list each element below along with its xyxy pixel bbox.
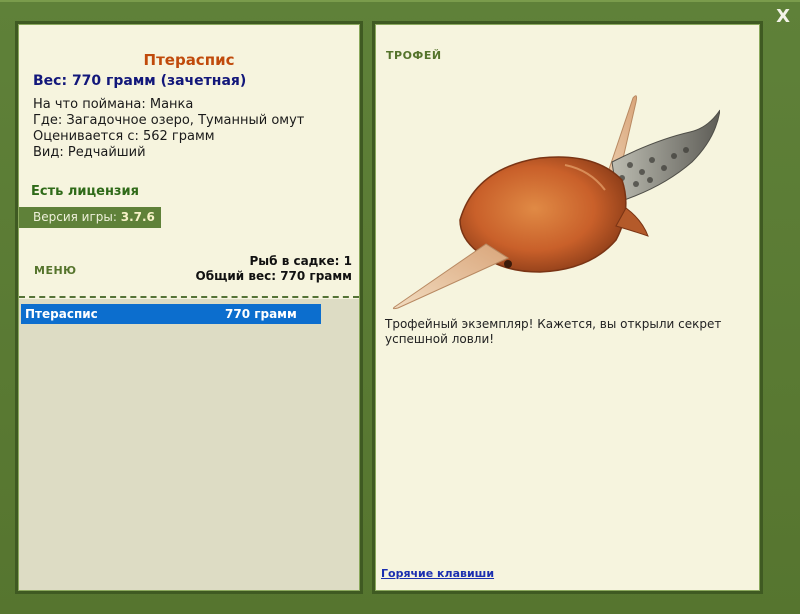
location-text: Где: Загадочное озеро, Туманный омут [33,113,305,128]
license-status: Есть лицензия [31,184,139,199]
version-bar: Версия игры: 3.7.6 [19,207,161,228]
dashed-divider [19,296,359,298]
version-value: 3.7.6 [120,210,155,224]
keepnet-list: Птераспис 770 грамм [19,299,359,590]
list-item-name: Птераспис [25,307,98,321]
fish-count-text: Рыб в садке: 1 [249,254,353,268]
total-weight-text: Общий вес: 770 грамм [195,269,352,283]
trophy-description: Трофейный экземпляр! Кажется, вы открыли… [385,317,722,346]
caught-on-text: На что поймана: Манка [33,97,194,112]
close-button[interactable]: X [776,6,790,28]
kind-text: Вид: Редчайший [33,145,146,160]
fish-name-title: Птераспис [143,51,235,69]
version-label: Версия игры: [33,210,117,224]
rated-from-text: Оценивается с: 562 грамм [33,129,215,144]
list-item[interactable]: Птераспис 770 грамм [21,304,321,324]
hotkeys-link[interactable]: Горячие клавиши [381,567,494,580]
trophy-panel: ТРОФЕЙ Трофейный экземпляр! Кажется, вы … [376,25,759,590]
keepnet-stats: Рыб в садке: 1 Общий вес: 770 грамм [196,254,352,284]
fish-info-panel: Птераспис Вес: 770 грамм (зачетная) На ч… [19,25,359,590]
list-item-weight: 770 грамм [225,307,297,321]
pteraspis-fish-image [392,95,720,310]
fish-weight: Вес: 770 грамм (зачетная) [33,73,247,89]
menu-button[interactable]: МЕНЮ [34,264,77,277]
window-frame: X Птераспис Вес: 770 грамм (зачетная) На… [0,0,800,614]
trophy-label: ТРОФЕЙ [386,49,442,62]
